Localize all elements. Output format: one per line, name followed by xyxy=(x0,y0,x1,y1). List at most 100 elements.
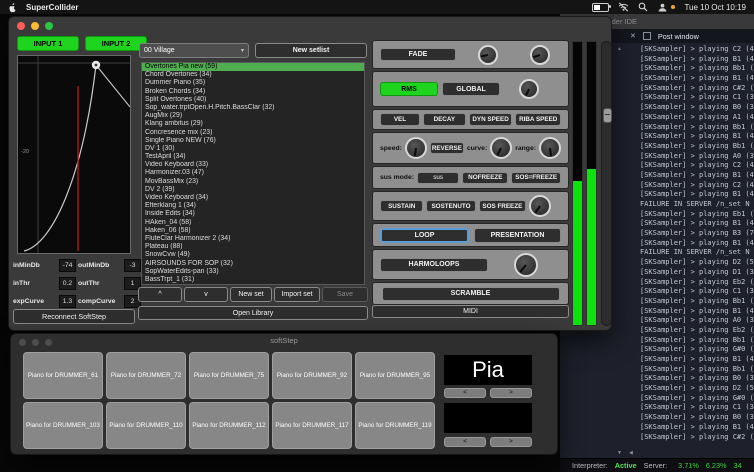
song-item[interactable]: Klang ambitus (29) xyxy=(142,120,364,128)
scroll-up-icon[interactable]: ▲ xyxy=(617,46,622,52)
drummer-preset-button[interactable]: Piano for DRUMMER_61 xyxy=(23,352,103,399)
vel-button[interactable]: VEL xyxy=(380,113,420,126)
fade-knob-1[interactable] xyxy=(478,45,498,65)
input-1-button[interactable]: INPUT 1 xyxy=(17,36,79,51)
open-library-button[interactable]: Open Library xyxy=(138,306,368,320)
fade-button[interactable]: FADE xyxy=(380,48,456,61)
apple-menu-icon[interactable] xyxy=(8,2,17,13)
next-preset-button[interactable]: > xyxy=(490,388,532,398)
detach-tab-icon[interactable] xyxy=(643,32,651,40)
drummer-preset-button[interactable]: Piano for DRUMMER_72 xyxy=(106,352,186,399)
song-item[interactable]: Dummer Piano (35) xyxy=(142,79,364,87)
drummer-preset-button[interactable]: Piano for DRUMMER_95 xyxy=(355,352,435,399)
song-item[interactable]: Split Overtones (40) xyxy=(142,96,364,104)
song-item[interactable]: BassTrpt_1 (31) xyxy=(142,276,364,284)
next-preset-button[interactable]: > xyxy=(490,437,532,447)
server-label[interactable]: Server: xyxy=(644,461,668,470)
sustain-knob[interactable] xyxy=(529,195,551,217)
song-item[interactable]: Broken Chords (34) xyxy=(142,88,364,96)
import-set-button[interactable]: Import set xyxy=(274,287,320,302)
song-item[interactable]: Sop_water.trptOpen.H.Pitch.BassClar (32) xyxy=(142,104,364,112)
param-value[interactable]: -3 xyxy=(124,259,141,272)
drummer-preset-button[interactable]: Piano for DRUMMER_110 xyxy=(106,402,186,449)
move-down-button[interactable]: v xyxy=(184,287,228,302)
sustain-button[interactable]: SUSTAIN xyxy=(380,200,423,212)
song-item[interactable]: Overtones Pia new (59) xyxy=(142,63,364,71)
scramble-button[interactable]: SCRAMBLE xyxy=(382,287,560,301)
song-item[interactable]: SnowCvw (49) xyxy=(142,251,364,259)
song-item[interactable]: DV 1 (30) xyxy=(142,145,364,153)
interpreter-status[interactable]: Active xyxy=(615,461,637,470)
song-item[interactable]: AIRSOUNDS FOR SOP (32) xyxy=(142,260,364,268)
harmoloops-knob[interactable] xyxy=(514,253,538,277)
presentation-button[interactable]: PRESENTATION xyxy=(474,228,561,243)
rms-knob[interactable] xyxy=(519,79,539,99)
drummer-preset-button[interactable]: Piano for DRUMMER_75 xyxy=(189,352,269,399)
nofreeze-button[interactable]: NOFREEZE xyxy=(462,172,508,184)
midi-button[interactable]: MIDI xyxy=(372,305,569,318)
song-item[interactable]: SopWaterEdits-pan (33) xyxy=(142,268,364,276)
slider-handle[interactable] xyxy=(603,108,612,123)
prev-preset-button[interactable]: < xyxy=(444,388,486,398)
song-item[interactable]: Chord Overtones (34) xyxy=(142,71,364,79)
sos-eq-freeze-button[interactable]: SOS=FREEZE xyxy=(511,172,561,184)
menubar-clock[interactable]: Tue 10 Oct 10:19 xyxy=(684,3,746,12)
drummer-preset-button[interactable]: Piano for DRUMMER_92 xyxy=(272,352,352,399)
search-icon[interactable] xyxy=(638,2,648,12)
sus-button[interactable]: sus xyxy=(417,172,459,184)
song-item[interactable]: AugMix (29) xyxy=(142,112,364,120)
song-item[interactable]: HAken_04 (58) xyxy=(142,219,364,227)
close-tab-icon[interactable]: ✕ xyxy=(630,32,636,40)
fade-knob-2[interactable] xyxy=(530,45,550,65)
decay-button[interactable]: DECAY xyxy=(423,113,466,126)
drummer-preset-button[interactable]: Piano for DRUMMER_117 xyxy=(272,402,352,449)
song-item[interactable]: Harmonizer.03 (47) xyxy=(142,169,364,177)
song-item[interactable]: Haken_06 (58) xyxy=(142,227,364,235)
song-item[interactable]: MovBassMix (23) xyxy=(142,178,364,186)
minimize-window-button[interactable] xyxy=(31,22,39,30)
reverse-button[interactable]: REVERSE xyxy=(430,142,464,154)
drummer-preset-button[interactable]: Piano for DRUMMER_119 xyxy=(355,402,435,449)
battery-icon[interactable] xyxy=(592,3,609,12)
dyn-speed-button[interactable]: DYN SPEED xyxy=(469,113,513,126)
user-switch-icon[interactable] xyxy=(657,3,668,12)
prev-preset-button[interactable]: < xyxy=(444,437,486,447)
param-value[interactable]: 1.3 xyxy=(59,295,76,308)
song-item[interactable]: Video Keyboard (34) xyxy=(142,194,364,202)
speed-knob[interactable] xyxy=(405,137,427,159)
drummer-preset-button[interactable]: Piano for DRUMMER_112 xyxy=(189,402,269,449)
input-2-button[interactable]: INPUT 2 xyxy=(85,36,147,51)
song-item[interactable]: Single Piano NEW (76) xyxy=(142,137,364,145)
song-item[interactable]: Concresence mix (23) xyxy=(142,129,364,137)
curve-knob[interactable] xyxy=(490,137,512,159)
song-item[interactable]: TestApril (34) xyxy=(142,153,364,161)
rms-button[interactable]: RMS xyxy=(380,82,438,96)
move-up-button[interactable]: ^ xyxy=(138,287,182,302)
save-button[interactable]: Save xyxy=(322,287,368,302)
volume-slider[interactable] xyxy=(601,41,612,326)
song-list[interactable]: Overtones Pia new (59)Chord Overtones (3… xyxy=(141,62,365,285)
loop-button[interactable]: LOOP xyxy=(380,228,469,243)
close-window-button[interactable] xyxy=(17,22,25,30)
wifi-off-icon[interactable] xyxy=(618,2,629,12)
scroll-left-icon[interactable]: ◀ xyxy=(629,450,633,456)
song-item[interactable]: Inside Edits (34) xyxy=(142,210,364,218)
envelope-graph[interactable]: -20 xyxy=(17,55,131,254)
zoom-window-button[interactable] xyxy=(45,22,53,30)
riba-speed-button[interactable]: RIBA SPEED xyxy=(515,113,561,126)
range-knob[interactable] xyxy=(539,137,561,159)
app-menu-title[interactable]: SuperCollider xyxy=(26,3,78,12)
reconnect-softstep-button[interactable]: Reconnect SoftStep xyxy=(13,309,135,324)
song-item[interactable]: DV 2 (39) xyxy=(142,186,364,194)
param-value[interactable]: -74 xyxy=(59,259,76,272)
drummer-preset-button[interactable]: Piano for DRUMMER_103 xyxy=(23,402,103,449)
new-setlist-button[interactable]: New setlist xyxy=(255,43,367,58)
song-item[interactable]: FluteClar Harmonizer 2 (34) xyxy=(142,235,364,243)
song-item[interactable]: Video Keyboard (33) xyxy=(142,161,364,169)
sos-freeze-button[interactable]: SOS FREEZE xyxy=(479,200,526,212)
harmoloops-button[interactable]: HARMOLOOPS xyxy=(380,258,488,272)
scroll-down-icon[interactable]: ▼ xyxy=(617,450,622,456)
param-value[interactable]: 0.2 xyxy=(59,277,76,290)
setlist-select[interactable]: 00 Village ▾ xyxy=(139,43,249,58)
global-button[interactable]: GLOBAL xyxy=(442,82,500,96)
